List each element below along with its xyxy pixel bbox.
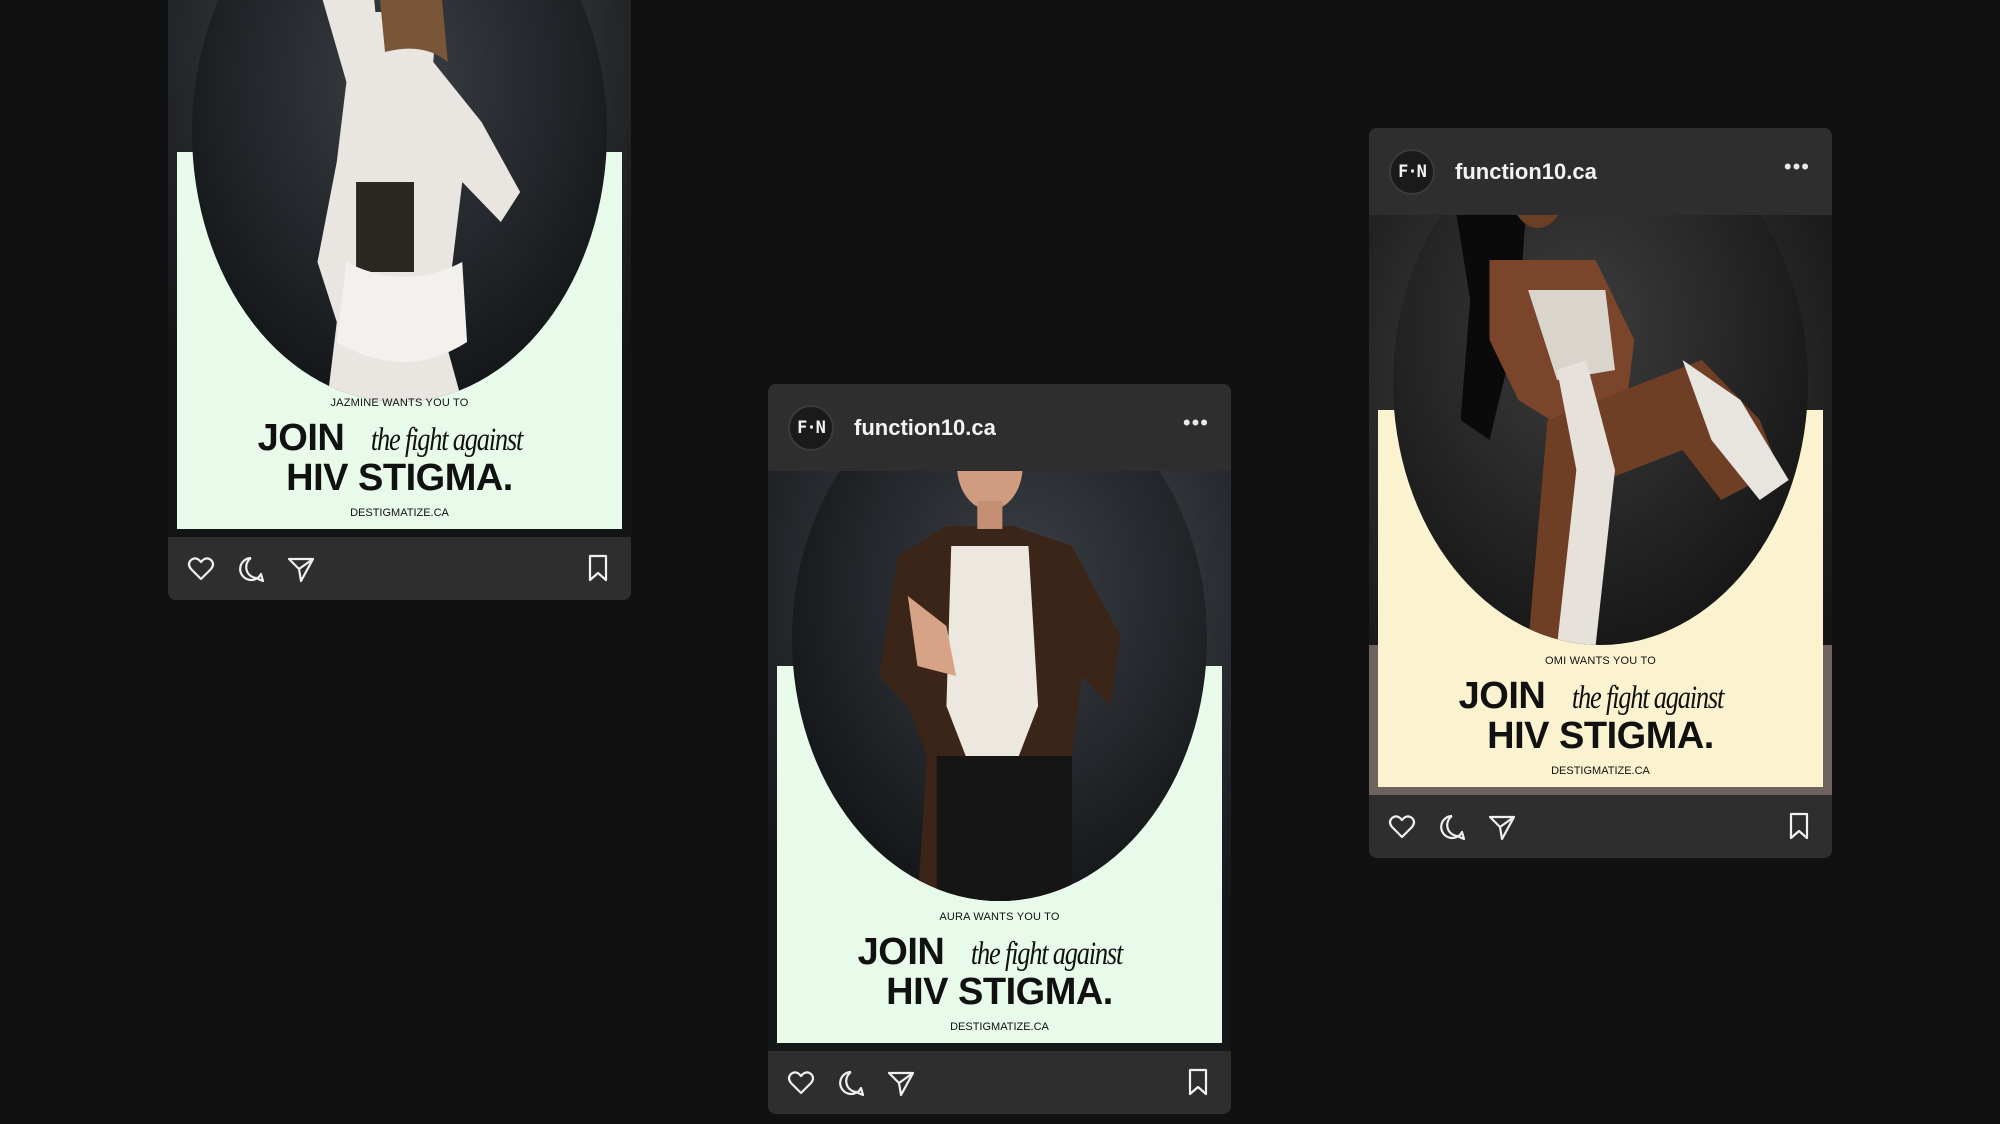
poster-card: OMI WANTS YOU TO JOIN the fight against … — [1378, 215, 1823, 787]
poster-script: the fight against — [971, 936, 1123, 972]
poster-url: DESTIGMATIZE.CA — [1551, 765, 1650, 777]
bookmark-icon[interactable] — [1784, 811, 1814, 841]
post-center: F·N function10.ca ••• AURA WANTS YOU TO … — [768, 384, 1231, 1114]
share-icon[interactable] — [1487, 812, 1517, 842]
avatar[interactable]: F·N — [1389, 148, 1435, 195]
more-options-icon[interactable]: ••• — [1784, 156, 1810, 178]
post-left: JAZMINE WANTS YOU TO JOIN the fight agai… — [168, 0, 631, 600]
bookmark-icon[interactable] — [583, 553, 613, 583]
poster-arch-photo — [192, 0, 607, 402]
poster-headline: JOIN the fight against HIV STIGMA. — [177, 419, 622, 497]
action-bar — [168, 537, 631, 600]
post-image[interactable]: JAZMINE WANTS YOU TO JOIN the fight agai… — [168, 0, 631, 537]
poster-hiv: HIV STIGMA. — [886, 971, 1113, 1013]
poster-headline: JOIN the fight against HIV STIGMA. — [1378, 677, 1823, 755]
poster-card: JAZMINE WANTS YOU TO JOIN the fight agai… — [177, 0, 622, 529]
poster-join: JOIN — [857, 931, 945, 973]
poster-text: JAZMINE WANTS YOU TO JOIN the fight agai… — [177, 397, 622, 519]
more-options-icon[interactable]: ••• — [1183, 412, 1209, 434]
canvas: JAZMINE WANTS YOU TO JOIN the fight agai… — [0, 0, 2000, 1124]
action-bar — [1369, 795, 1832, 858]
poster-arch-photo — [1393, 215, 1808, 645]
poster-text: AURA WANTS YOU TO JOIN the fight against… — [777, 911, 1222, 1033]
share-icon[interactable] — [886, 1068, 916, 1098]
poster-script: the fight against — [1572, 680, 1724, 716]
poster-text: OMI WANTS YOU TO JOIN the fight against … — [1378, 655, 1823, 777]
username[interactable]: function10.ca — [1455, 159, 1597, 185]
bookmark-icon[interactable] — [1183, 1067, 1213, 1097]
comment-icon[interactable] — [836, 1068, 866, 1098]
poster-join: JOIN — [257, 417, 345, 459]
heart-icon[interactable] — [186, 554, 216, 584]
poster-kicker: OMI WANTS YOU TO — [1545, 655, 1656, 667]
comment-icon[interactable] — [1437, 812, 1467, 842]
avatar[interactable]: F·N — [788, 404, 834, 451]
post-header: F·N function10.ca ••• — [1369, 128, 1832, 215]
post-right: F·N function10.ca ••• OMI WANTS YOU TO J… — [1369, 128, 1832, 858]
poster-url: DESTIGMATIZE.CA — [950, 1021, 1049, 1033]
poster-arch-photo — [792, 471, 1207, 901]
post-image[interactable]: AURA WANTS YOU TO JOIN the fight against… — [768, 471, 1231, 1051]
poster-join: JOIN — [1458, 675, 1546, 717]
poster-kicker: AURA WANTS YOU TO — [939, 911, 1060, 923]
poster-headline: JOIN the fight against HIV STIGMA. — [777, 933, 1222, 1011]
share-icon[interactable] — [286, 554, 316, 584]
poster-script: the fight against — [371, 422, 523, 458]
poster-kicker: JAZMINE WANTS YOU TO — [330, 397, 469, 409]
poster-hiv: HIV STIGMA. — [1487, 715, 1714, 757]
poster-url: DESTIGMATIZE.CA — [350, 507, 449, 519]
heart-icon[interactable] — [786, 1068, 816, 1098]
post-image[interactable]: OMI WANTS YOU TO JOIN the fight against … — [1369, 215, 1832, 795]
action-bar — [768, 1051, 1231, 1114]
comment-icon[interactable] — [236, 554, 266, 584]
poster-hiv: HIV STIGMA. — [286, 457, 513, 499]
username[interactable]: function10.ca — [854, 415, 996, 441]
heart-icon[interactable] — [1387, 812, 1417, 842]
post-header: F·N function10.ca ••• — [768, 384, 1231, 471]
poster-card: AURA WANTS YOU TO JOIN the fight against… — [777, 471, 1222, 1043]
